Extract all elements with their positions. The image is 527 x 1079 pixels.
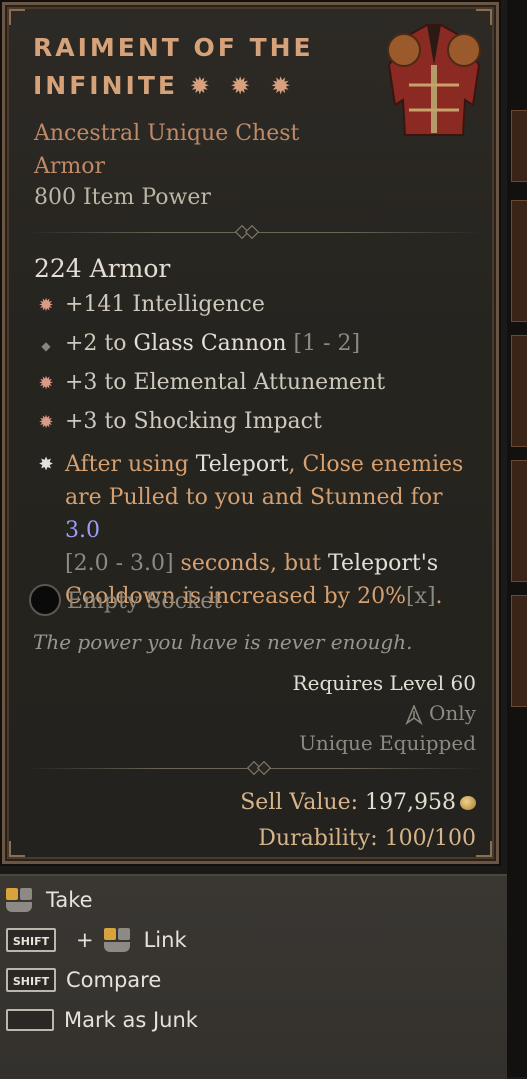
left-mouse-icon <box>6 888 32 912</box>
sorcerer-class-icon <box>405 704 423 725</box>
affix-elemental-attunement: ✹ +3 to Elemental Attunement <box>35 370 385 395</box>
inventory-slot[interactable] <box>511 595 527 707</box>
affix-star-icon: ✹ <box>38 373 54 394</box>
item-name-line2: INFINITE <box>33 71 178 100</box>
inventory-slot[interactable] <box>511 200 527 322</box>
affix-star-icon: ✹ <box>38 412 54 433</box>
chest-armor-icon <box>387 24 481 136</box>
compare-action[interactable]: SHIFT Compare <box>6 968 161 992</box>
affix-intelligence: ✹ +141 Intelligence <box>35 292 264 317</box>
sell-and-durability: Sell Value: 197,958 Durability: 100/100 <box>240 785 476 857</box>
frame-corner <box>9 841 25 857</box>
affix-diamond-icon: ◆ <box>41 339 51 353</box>
unique-equipped: Unique Equipped <box>299 731 476 755</box>
item-type-line2: Armor <box>34 154 106 179</box>
armor-value: 224 Armor <box>34 254 171 283</box>
empty-socket: Empty Socket <box>29 584 222 618</box>
inventory-edge <box>507 0 527 1077</box>
shift-key-icon: SHIFT <box>6 928 56 952</box>
inventory-slot[interactable] <box>511 335 527 447</box>
affix-star-icon: ✹ <box>38 295 54 316</box>
spacebar-key-icon <box>6 1009 54 1031</box>
durability: Durability: 100/100 <box>258 826 476 851</box>
inventory-slot[interactable] <box>511 110 527 182</box>
left-mouse-icon <box>103 928 130 952</box>
divider <box>27 224 482 240</box>
frame-corner <box>476 841 492 857</box>
item-name: RAIMENT OF THE INFINITE ✹ ✹ ✹ <box>33 29 353 105</box>
action-bar: Take SHIFT + Link SHIFT Compare Mark as … <box>0 874 507 1079</box>
ancestral-stars-icon: ✹ ✹ ✹ <box>189 72 297 100</box>
affix-glass-cannon: ◆ +2 to Glass Cannon [1 - 2] <box>35 331 360 356</box>
unique-star-icon: ✸ <box>38 454 54 475</box>
gold-coin-icon <box>460 796 476 810</box>
item-name-line1: RAIMENT OF THE <box>33 33 314 62</box>
frame-corner <box>9 9 25 25</box>
item-tooltip: RAIMENT OF THE INFINITE ✹ ✹ ✹ Ancestral … <box>2 2 499 864</box>
item-type: Ancestral Unique Chest Armor <box>34 117 334 183</box>
socket-icon <box>29 584 61 616</box>
item-type-line1: Ancestral Unique Chest <box>34 121 300 146</box>
item-power: 800 Item Power <box>34 185 211 210</box>
class-only: Only <box>293 698 476 728</box>
requirements: Requires Level 60 Only Unique Equipped <box>293 668 476 758</box>
take-action[interactable]: Take <box>6 888 93 912</box>
divider <box>27 760 482 776</box>
flavor-text: The power you have is never enough. <box>33 630 413 654</box>
inventory-slot[interactable] <box>511 460 527 582</box>
requires-level: Requires Level 60 <box>292 671 476 695</box>
mark-as-junk-action[interactable]: Mark as Junk <box>6 1008 198 1032</box>
link-action[interactable]: SHIFT + Link <box>6 928 187 952</box>
affix-shocking-impact: ✹ +3 to Shocking Impact <box>35 409 321 434</box>
sell-value: Sell Value: 197,958 <box>240 785 476 821</box>
shift-key-icon: SHIFT <box>6 968 56 992</box>
